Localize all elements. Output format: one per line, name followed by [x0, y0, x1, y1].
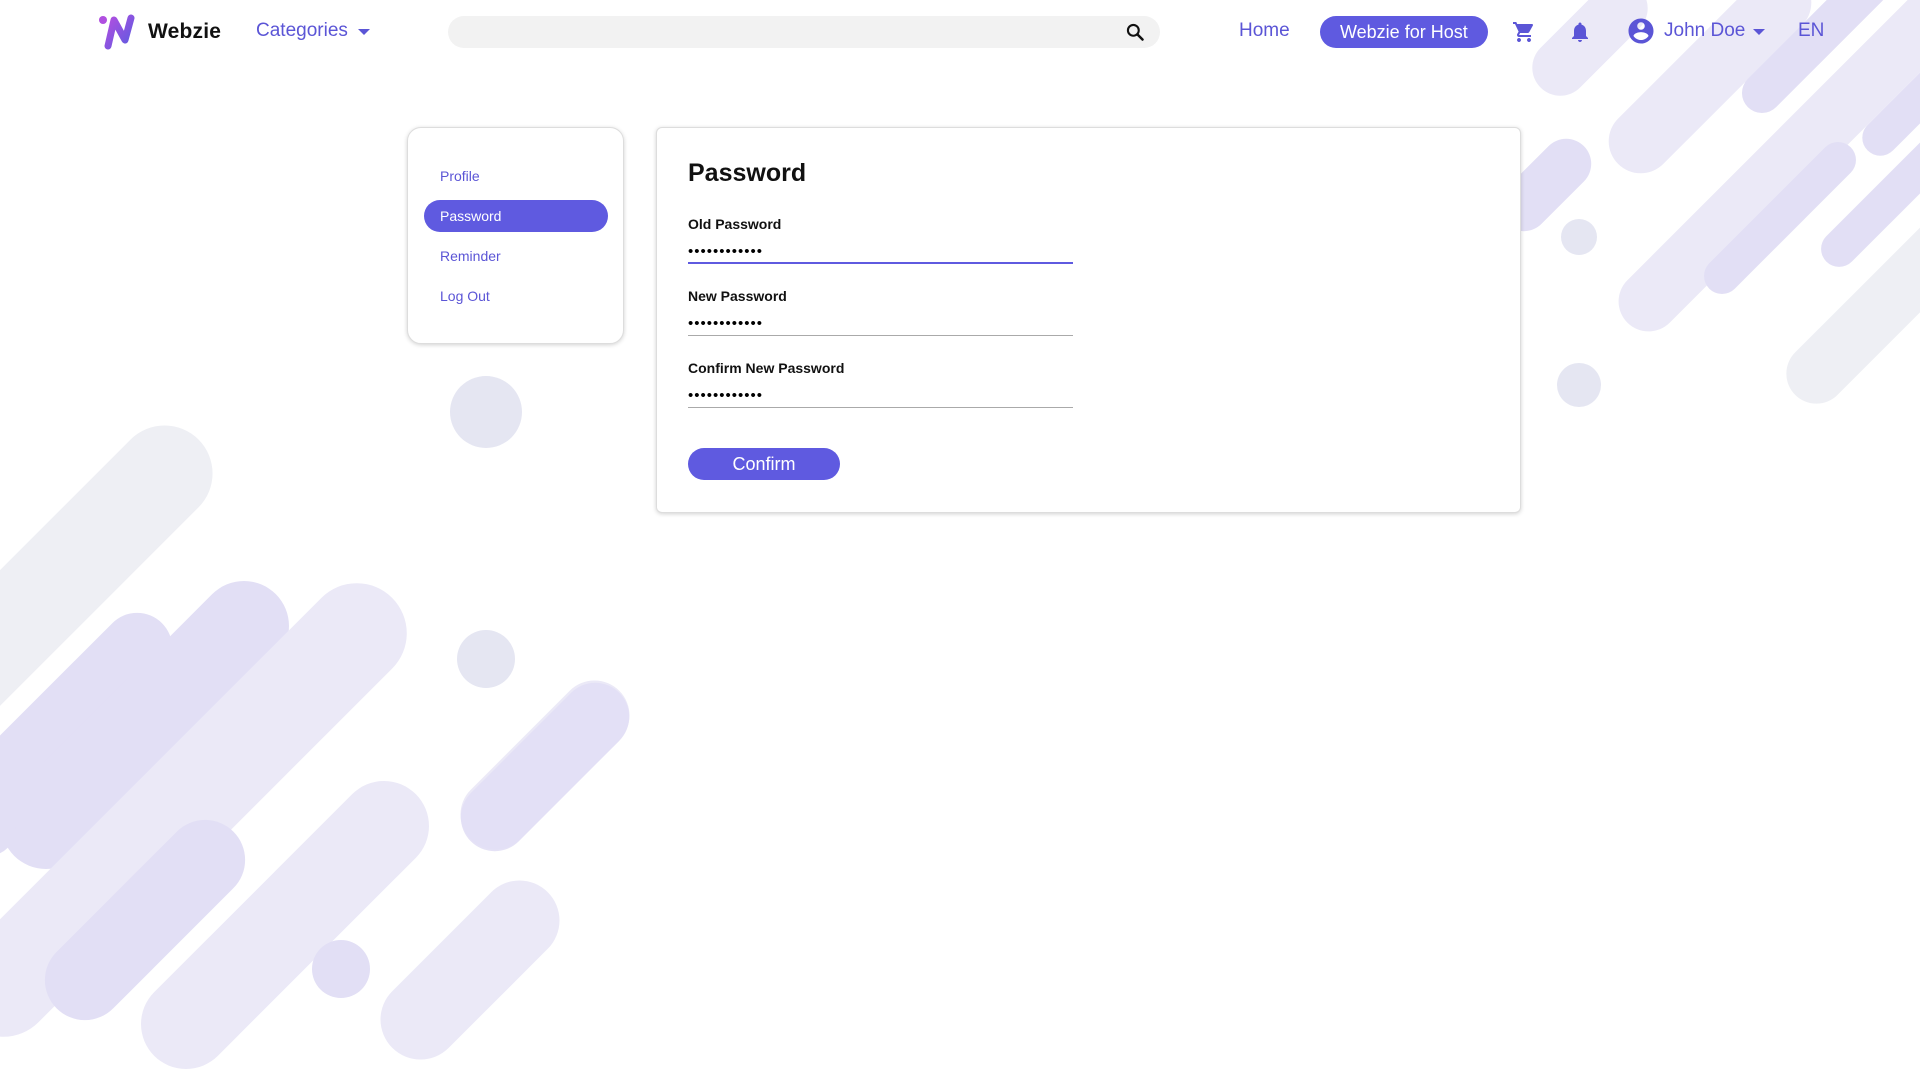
page-title: Password — [688, 159, 807, 187]
bg-pill — [446, 668, 644, 866]
sidebar-item-profile[interactable]: Profile — [424, 160, 608, 192]
bg-pill — [0, 562, 428, 1058]
bg-pill — [363, 863, 577, 1077]
chevron-down-icon — [357, 29, 370, 35]
sidebar-item-label: Password — [440, 208, 502, 224]
bg-pill — [0, 598, 187, 832]
webzie-for-host-button[interactable]: Webzie for Host — [1320, 16, 1488, 48]
brand-name: Webzie — [148, 20, 222, 43]
bg-dot — [1561, 219, 1597, 255]
categories-dropdown[interactable]: Categories — [256, 20, 370, 42]
password-card: Password Old Password New Password Confi… — [656, 127, 1521, 513]
bg-pill — [28, 803, 262, 1037]
language-selector[interactable]: EN — [1798, 20, 1824, 42]
categories-label: Categories — [256, 20, 348, 41]
brand-logo[interactable]: Webzie — [98, 14, 221, 50]
logo-icon — [99, 14, 135, 50]
bg-pill — [1813, 121, 1920, 275]
bg-pill — [1854, 52, 1920, 164]
search-bar — [448, 16, 1160, 48]
search-input[interactable] — [448, 16, 1124, 48]
bg-pill — [0, 562, 308, 888]
cart-icon[interactable] — [1512, 20, 1536, 44]
bg-pill — [122, 762, 448, 1088]
bg-pill — [446, 666, 644, 864]
sidebar-item-label: Log Out — [440, 288, 490, 304]
sidebar-item-password[interactable]: Password — [424, 200, 608, 232]
confirm-button[interactable]: Confirm — [688, 448, 840, 480]
bg-dot — [312, 940, 370, 998]
new-password-group: New Password — [688, 288, 1073, 336]
search-icon[interactable] — [1124, 21, 1146, 43]
new-password-field[interactable] — [688, 312, 1073, 336]
old-password-field[interactable] — [688, 240, 1073, 264]
nav-home-link[interactable]: Home — [1239, 20, 1290, 42]
old-password-label: Old Password — [688, 216, 782, 232]
sidebar-item-label: Reminder — [440, 248, 501, 264]
bg-dot — [0, 800, 16, 856]
bg-pill — [1696, 134, 1864, 302]
confirm-password-field[interactable] — [688, 384, 1073, 408]
sidebar-item-logout[interactable]: Log Out — [424, 280, 608, 312]
bg-pill — [1773, 203, 1920, 417]
bg-dot — [1557, 363, 1601, 407]
top-navbar: Webzie Categories Home Webzie for Host J… — [0, 0, 1920, 64]
bg-dot — [457, 630, 515, 688]
sidebar-item-label: Profile — [440, 168, 480, 184]
settings-sidebar: Profile Password Reminder Log Out — [407, 127, 624, 344]
confirm-password-group: Confirm New Password — [688, 360, 1073, 408]
old-password-group: Old Password — [688, 216, 1073, 264]
account-circle-icon — [1628, 18, 1654, 44]
sidebar-item-reminder[interactable]: Reminder — [424, 240, 608, 272]
chevron-down-icon — [1753, 29, 1766, 35]
confirm-password-label: Confirm New Password — [688, 360, 845, 376]
bg-dot — [450, 376, 522, 448]
user-menu[interactable]: John Doe — [1626, 16, 1766, 46]
new-password-label: New Password — [688, 288, 787, 304]
bg-pill — [0, 405, 233, 771]
bell-icon[interactable] — [1568, 20, 1592, 44]
user-name: John Doe — [1664, 20, 1746, 41]
